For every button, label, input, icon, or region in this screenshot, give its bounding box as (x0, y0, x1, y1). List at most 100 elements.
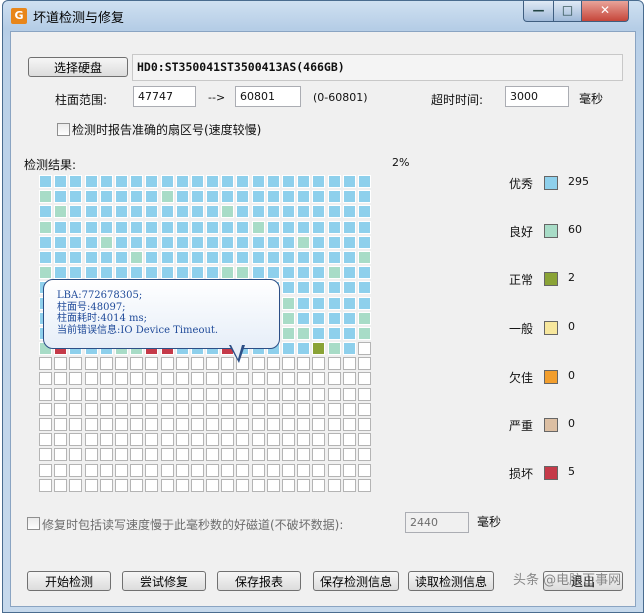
sector-cell[interactable] (130, 448, 144, 462)
sector-cell[interactable] (282, 478, 295, 492)
sector-cell[interactable] (282, 235, 295, 249)
sector-cell[interactable] (357, 418, 371, 431)
sector-cell[interactable] (99, 266, 113, 280)
sector-cell[interactable] (312, 357, 326, 371)
sector-cell[interactable] (357, 296, 371, 310)
sector-cell[interactable] (145, 266, 159, 280)
sector-cell[interactable] (39, 463, 52, 477)
sector-cell[interactable] (357, 235, 371, 249)
sector-cell[interactable] (175, 433, 189, 447)
sector-cell[interactable] (190, 372, 204, 386)
sector-cell[interactable] (357, 357, 371, 371)
sector-cell[interactable] (190, 266, 204, 280)
sector-cell[interactable] (342, 326, 356, 340)
sector-cell[interactable] (175, 478, 189, 492)
sector-cell[interactable] (282, 357, 295, 371)
try-repair-button[interactable]: 尝试修复 (122, 571, 206, 591)
sector-cell[interactable] (84, 463, 98, 477)
sector-cell[interactable] (114, 433, 128, 447)
sector-cell[interactable] (327, 205, 341, 219)
sector-cell[interactable] (114, 387, 128, 401)
sector-cell[interactable] (84, 250, 98, 264)
sector-cell[interactable] (327, 326, 341, 340)
sector-cell[interactable] (221, 266, 235, 280)
sector-cell[interactable] (221, 418, 235, 431)
sector-cell[interactable] (160, 372, 174, 386)
sector-cell[interactable] (266, 418, 280, 431)
sector-cell[interactable] (282, 326, 295, 340)
sector-cell[interactable] (357, 372, 371, 386)
sector-cell[interactable] (342, 357, 356, 371)
sector-cell[interactable] (312, 463, 326, 477)
sector-cell[interactable] (327, 250, 341, 264)
sector-cell[interactable] (221, 478, 235, 492)
sector-cell[interactable] (160, 220, 174, 234)
sector-cell[interactable] (160, 418, 174, 431)
sector-cell[interactable] (312, 250, 326, 264)
sector-cell[interactable] (282, 448, 295, 462)
sector-cell[interactable] (282, 463, 295, 477)
sector-cell[interactable] (130, 235, 144, 249)
start-check-button[interactable]: 开始检测 (27, 571, 111, 591)
sector-cell[interactable] (282, 220, 295, 234)
sector-cell[interactable] (130, 250, 144, 264)
sector-cell[interactable] (175, 418, 189, 431)
sector-cell[interactable] (54, 205, 68, 219)
sector-cell[interactable] (130, 175, 144, 188)
sector-cell[interactable] (69, 266, 83, 280)
sector-cell[interactable] (145, 402, 159, 416)
sector-cell[interactable] (39, 190, 52, 204)
sector-cell[interactable] (54, 448, 68, 462)
sector-cell[interactable] (84, 235, 98, 249)
sector-cell[interactable] (145, 250, 159, 264)
sector-cell[interactable] (266, 463, 280, 477)
sector-cell[interactable] (160, 433, 174, 447)
sector-cell[interactable] (342, 266, 356, 280)
sector-cell[interactable] (357, 220, 371, 234)
sector-cell[interactable] (145, 357, 159, 371)
sector-cell[interactable] (327, 478, 341, 492)
sector-cell[interactable] (312, 296, 326, 310)
range-to-input[interactable]: 60801 (235, 86, 301, 107)
sector-cell[interactable] (175, 463, 189, 477)
sector-cell[interactable] (297, 250, 311, 264)
sector-cell[interactable] (297, 326, 311, 340)
sector-cell[interactable] (342, 250, 356, 264)
sector-cell[interactable] (236, 463, 250, 477)
sector-cell[interactable] (221, 175, 235, 188)
sector-cell[interactable] (357, 266, 371, 280)
sector-cell[interactable] (236, 266, 250, 280)
sector-cell[interactable] (357, 478, 371, 492)
sector-cell[interactable] (236, 418, 250, 431)
sector-cell[interactable] (69, 250, 83, 264)
sector-cell[interactable] (297, 342, 311, 356)
sector-cell[interactable] (266, 372, 280, 386)
sector-cell[interactable] (312, 266, 326, 280)
sector-cell[interactable] (84, 387, 98, 401)
sector-cell[interactable] (282, 266, 295, 280)
sector-cell[interactable] (114, 402, 128, 416)
sector-cell[interactable] (327, 372, 341, 386)
sector-cell[interactable] (130, 266, 144, 280)
sector-cell[interactable] (297, 478, 311, 492)
sector-cell[interactable] (297, 448, 311, 462)
sector-cell[interactable] (39, 175, 52, 188)
sector-cell[interactable] (114, 235, 128, 249)
sector-cell[interactable] (84, 433, 98, 447)
sector-cell[interactable] (206, 190, 220, 204)
sector-cell[interactable] (327, 448, 341, 462)
sector-cell[interactable] (327, 387, 341, 401)
sector-cell[interactable] (84, 190, 98, 204)
sector-cell[interactable] (206, 220, 220, 234)
sector-cell[interactable] (160, 448, 174, 462)
sector-cell[interactable] (297, 175, 311, 188)
sector-cell[interactable] (160, 463, 174, 477)
save-info-button[interactable]: 保存检测信息 (313, 571, 399, 591)
sector-cell[interactable] (342, 281, 356, 295)
sector-cell[interactable] (312, 402, 326, 416)
sector-cell[interactable] (69, 463, 83, 477)
sector-cell[interactable] (327, 175, 341, 188)
sector-cell[interactable] (236, 433, 250, 447)
sector-cell[interactable] (160, 478, 174, 492)
sector-cell[interactable] (236, 175, 250, 188)
